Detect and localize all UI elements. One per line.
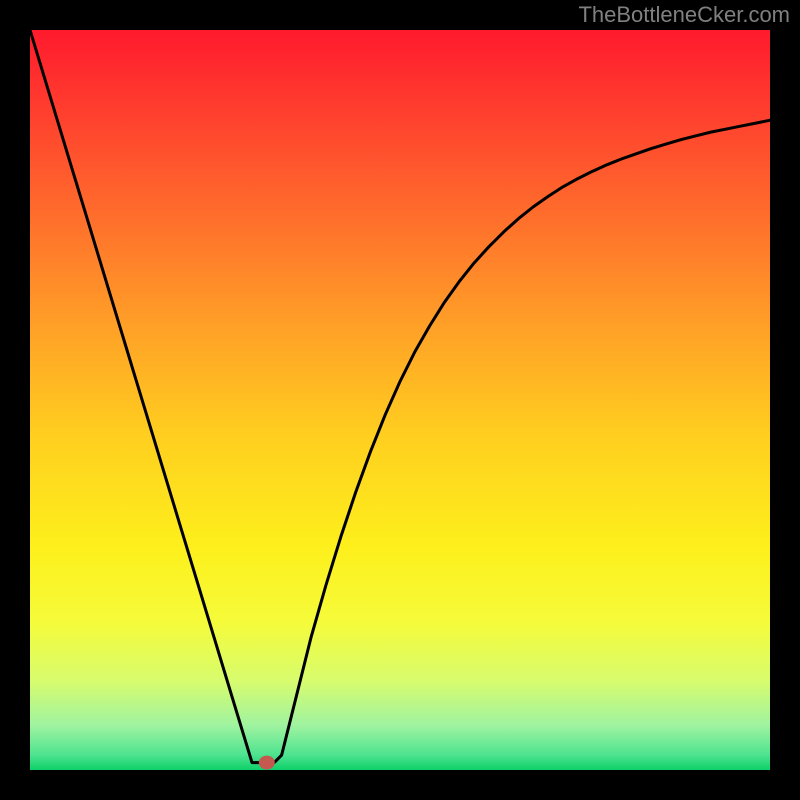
plot-area (30, 30, 770, 770)
chart-svg (30, 30, 770, 770)
watermark-text: TheBottleneCker.com (578, 2, 790, 28)
optimum-marker (259, 756, 275, 770)
chart-container: TheBottleneCker.com (0, 0, 800, 800)
